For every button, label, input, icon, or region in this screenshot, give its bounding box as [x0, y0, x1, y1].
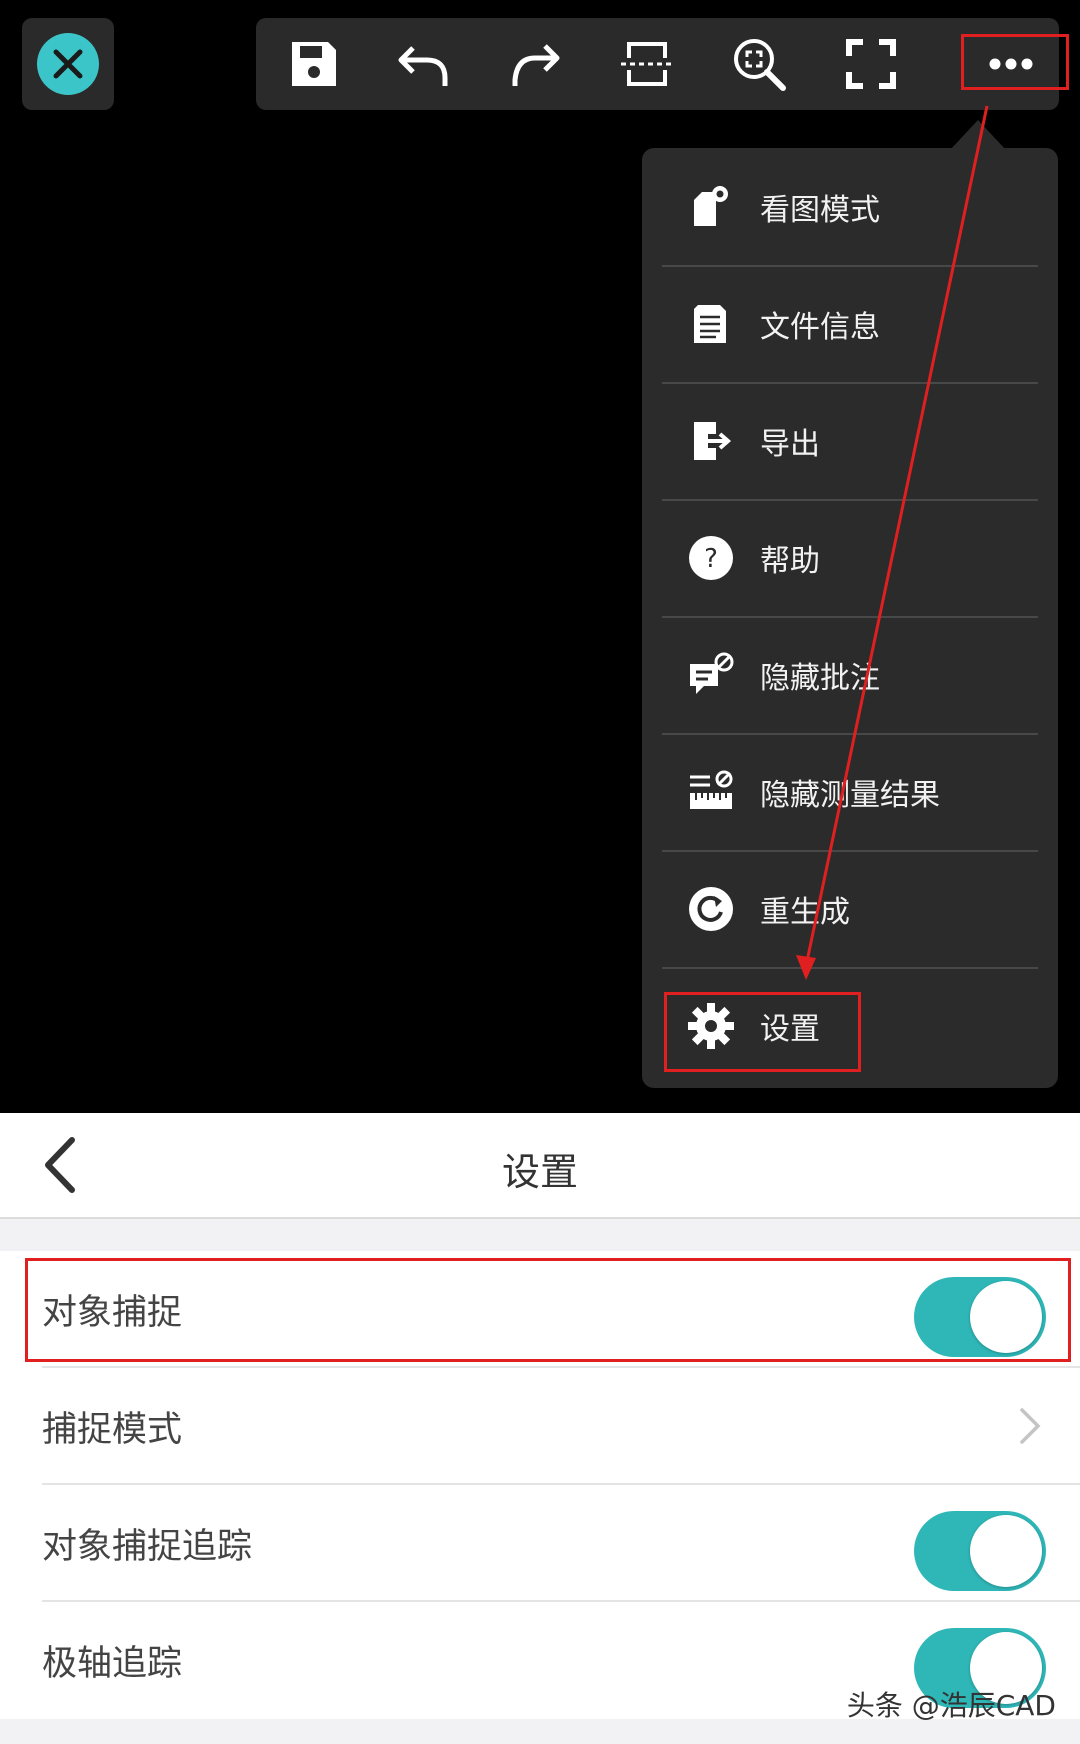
save-icon: [292, 42, 336, 86]
hide-annotation-icon: [686, 650, 736, 700]
settings-item-highlight: [664, 992, 861, 1072]
setting-snap-mode[interactable]: 捕捉模式: [0, 1368, 1080, 1485]
menu-item-label: 隐藏测量结果: [760, 777, 940, 813]
settings-page: 设置 对象捕捉 捕捉模式 对象捕捉追踪 极轴追踪 头条 @浩辰CAD: [0, 1113, 1080, 1744]
toggle-knob: [970, 1515, 1042, 1587]
settings-header: 设置: [0, 1113, 1080, 1219]
crop-icon: [621, 42, 673, 86]
menu-item-hide-measure[interactable]: 隐藏测量结果: [662, 733, 1038, 852]
menu-item-view-mode[interactable]: 看图模式: [662, 148, 1038, 267]
undo-icon: [398, 46, 448, 86]
file-info-icon: [686, 299, 736, 349]
menu-pointer: [950, 120, 1006, 150]
page-title: 设置: [501, 1150, 578, 1194]
menu-item-regenerate[interactable]: 重生成: [662, 850, 1038, 969]
setting-object-snap-tracking[interactable]: 对象捕捉追踪: [0, 1485, 1080, 1602]
hide-measure-icon: [686, 767, 736, 817]
menu-item-file-info[interactable]: 文件信息: [662, 265, 1038, 384]
fullscreen-button[interactable]: [826, 18, 916, 110]
help-icon: ?: [686, 533, 736, 583]
redo-icon: [512, 44, 560, 86]
setting-label: 极轴追踪: [42, 1644, 183, 1684]
menu-item-label: 帮助: [760, 543, 820, 579]
object-snap-tracking-toggle[interactable]: [914, 1511, 1046, 1591]
close-icon: [37, 33, 99, 95]
menu-item-label: 看图模式: [760, 192, 880, 228]
fullscreen-icon: [846, 39, 896, 89]
undo-button[interactable]: [378, 18, 468, 110]
zoom-fit-icon: [734, 39, 786, 91]
menu-item-label: 隐藏批注: [760, 660, 880, 696]
close-button[interactable]: [22, 18, 114, 110]
regenerate-icon: [686, 884, 736, 934]
watermark: 头条 @浩辰CAD: [846, 1689, 1056, 1722]
menu-item-label: 导出: [760, 426, 820, 462]
menu-item-export[interactable]: 导出: [662, 382, 1038, 501]
save-button[interactable]: [269, 18, 359, 110]
more-menu: 看图模式 文件信息 导出 ? 帮助 隐藏批注 隐藏测量结果 重生成 设置: [642, 148, 1058, 1088]
toolbar: [256, 18, 1069, 110]
redo-button[interactable]: [490, 18, 580, 110]
drawing-canvas[interactable]: 看图模式 文件信息 导出 ? 帮助 隐藏批注 隐藏测量结果 重生成 设置: [0, 0, 1080, 1113]
export-icon: [686, 416, 736, 466]
setting-label: 捕捉模式: [42, 1410, 183, 1450]
object-snap-highlight: [25, 1258, 1071, 1362]
setting-label: 对象捕捉追踪: [42, 1527, 253, 1567]
menu-item-hide-annotation[interactable]: 隐藏批注: [662, 616, 1038, 735]
view-mode-icon: [686, 182, 736, 232]
chevron-right-icon: [1020, 1408, 1041, 1444]
menu-item-label: 文件信息: [760, 309, 880, 345]
svg-text:?: ?: [704, 544, 718, 574]
crop-button[interactable]: [602, 18, 692, 110]
zoom-fit-button[interactable]: [714, 18, 804, 110]
more-button-highlight: [961, 34, 1069, 90]
menu-item-help[interactable]: ? 帮助: [662, 499, 1038, 618]
menu-item-label: 重生成: [760, 894, 850, 930]
